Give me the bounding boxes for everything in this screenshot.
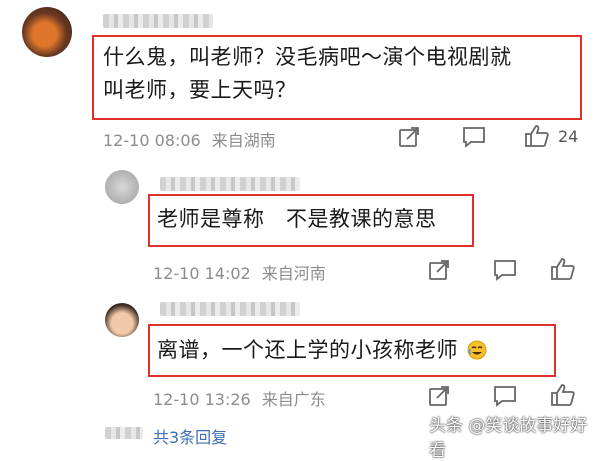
comment-meta: 12-10 13:26 来自广东 bbox=[153, 386, 326, 410]
username[interactable] bbox=[103, 14, 213, 28]
share-icon[interactable] bbox=[428, 385, 450, 407]
timestamp: 12-10 14:02 bbox=[153, 264, 251, 283]
comment-text: 老师是尊称 不是教课的意思 bbox=[157, 203, 437, 236]
like-icon[interactable] bbox=[550, 257, 576, 281]
comment-meta: 12-10 14:02 来自河南 bbox=[153, 260, 326, 284]
like-count: 24 bbox=[558, 127, 579, 146]
view-replies-link[interactable]: 共3条回复 bbox=[153, 424, 227, 448]
comment-text-line: 什么鬼，叫老师？没毛病吧～演个电视剧就 bbox=[103, 45, 512, 69]
location: 来自河南 bbox=[261, 264, 326, 283]
emoji-icon bbox=[467, 340, 487, 360]
avatar[interactable] bbox=[105, 303, 139, 337]
comment-text: 什么鬼，叫老师？没毛病吧～演个电视剧就 叫老师，要上天吗？ bbox=[103, 41, 512, 107]
avatar[interactable] bbox=[22, 7, 72, 57]
location: 来自广东 bbox=[261, 390, 326, 409]
comment-text-line: 叫老师，要上天吗？ bbox=[103, 78, 297, 102]
username[interactable] bbox=[160, 177, 300, 191]
location: 来自湖南 bbox=[211, 131, 276, 150]
like-icon[interactable] bbox=[524, 124, 550, 148]
comment-icon[interactable] bbox=[493, 259, 517, 281]
share-icon[interactable] bbox=[398, 126, 420, 148]
comment-text-line: 离谱，一个还上学的小孩称老师 bbox=[157, 338, 458, 362]
share-icon[interactable] bbox=[428, 259, 450, 281]
comment-icon[interactable] bbox=[462, 126, 486, 148]
avatar[interactable] bbox=[105, 170, 139, 204]
timestamp: 12-10 13:26 bbox=[153, 390, 251, 409]
watermark: 头条 @笑谈故事好好看 bbox=[429, 416, 588, 461]
like-icon[interactable] bbox=[550, 383, 576, 407]
comment-text: 离谱，一个还上学的小孩称老师 bbox=[157, 334, 487, 367]
comment-text-line: 老师是尊称 不是教课的意思 bbox=[157, 207, 437, 231]
comment-meta: 12-10 08:06 来自湖南 bbox=[103, 127, 276, 151]
username[interactable] bbox=[160, 302, 300, 316]
timestamp: 12-10 08:06 bbox=[103, 131, 201, 150]
reply-avatar-strip bbox=[105, 427, 143, 439]
comment-icon[interactable] bbox=[493, 385, 517, 407]
